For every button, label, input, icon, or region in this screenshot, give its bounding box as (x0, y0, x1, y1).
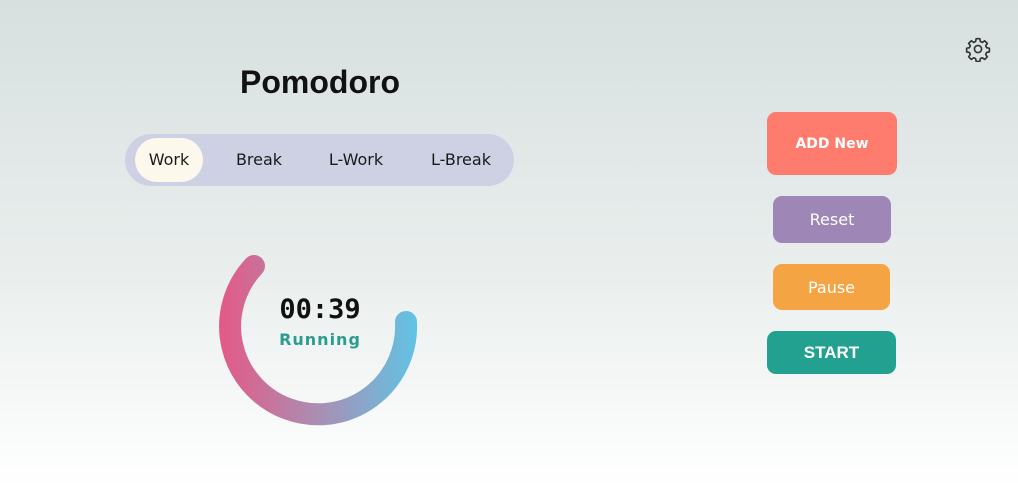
timer-status: Running (279, 330, 361, 349)
tab-long-break[interactable]: L-Break (415, 138, 507, 182)
timer-display: 00:39 (279, 294, 361, 325)
timer: 00:39 Running (205, 240, 435, 440)
page-title: Pomodoro (240, 64, 400, 100)
tab-work[interactable]: Work (135, 138, 203, 182)
tab-long-work[interactable]: L-Work (311, 138, 401, 182)
settings-button[interactable] (965, 36, 991, 63)
pause-button[interactable]: Pause (773, 264, 890, 310)
add-new-button[interactable]: ADD New (767, 112, 897, 175)
start-button[interactable]: START (767, 331, 896, 374)
mode-tab-bar: Work Break L-Work L-Break (125, 134, 514, 186)
gear-icon (965, 37, 991, 63)
tab-break[interactable]: Break (219, 138, 299, 182)
reset-button[interactable]: Reset (773, 196, 891, 243)
